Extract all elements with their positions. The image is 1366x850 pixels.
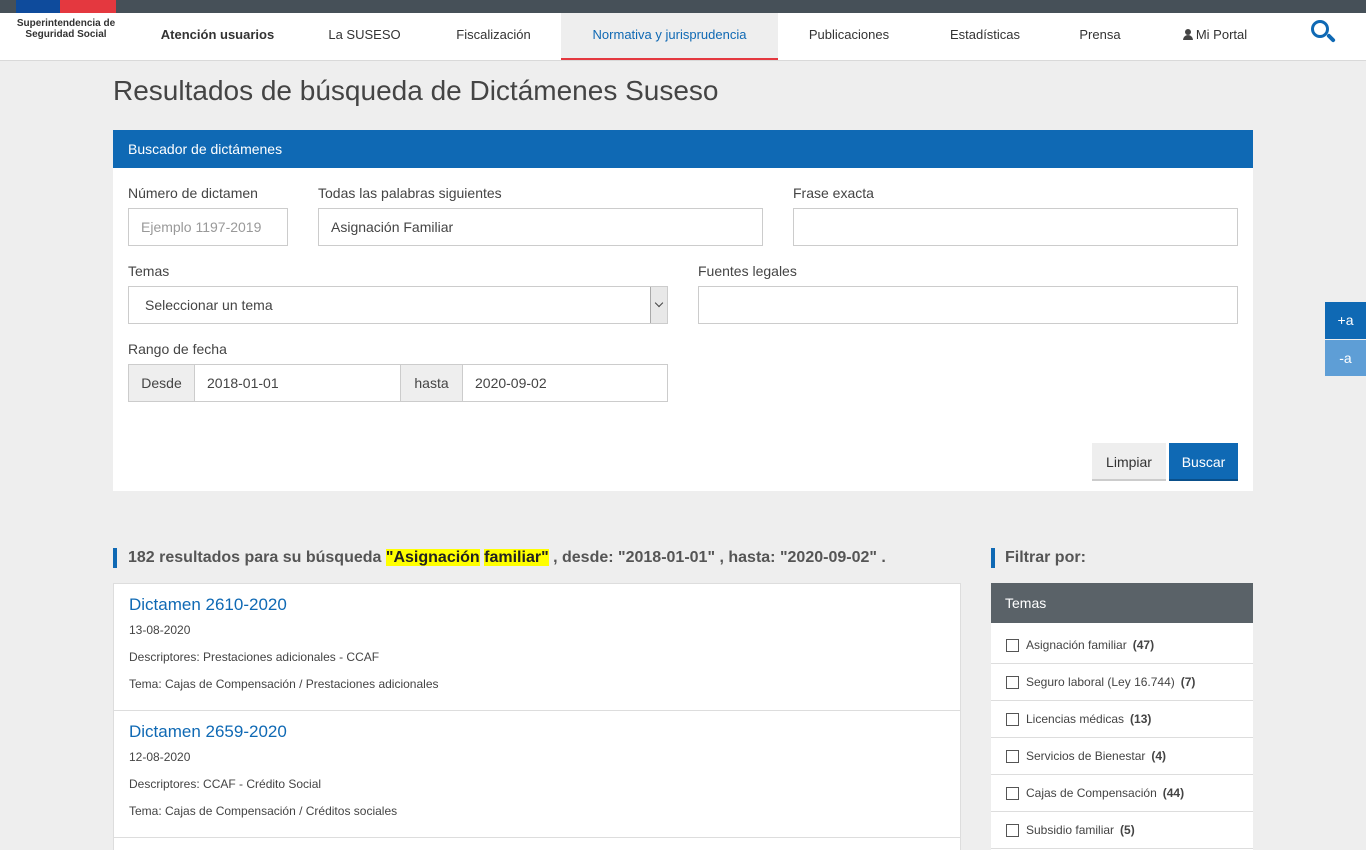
results-count-text: 182 resultados para su búsqueda — [128, 549, 386, 566]
filter-count: (47) — [1132, 638, 1155, 652]
frase-input[interactable] — [793, 208, 1238, 246]
filter-checkbox[interactable] — [1006, 823, 1019, 837]
results-summary: 182 resultados para su búsqueda " Asignac… — [113, 548, 886, 568]
filter-panel-title[interactable]: Temas — [991, 583, 1253, 623]
quote-close: " — [541, 549, 549, 566]
clear-button[interactable]: Limpiar — [1092, 443, 1166, 481]
filter-item-subsidio-familiar[interactable]: Subsidio familiar (5) — [991, 812, 1253, 849]
desde-addon: Desde — [128, 364, 195, 402]
nav-mi-portal-label: Mi Portal — [1195, 27, 1248, 42]
result-date: 12-08-2020 — [129, 750, 191, 764]
filter-count: (7) — [1180, 675, 1196, 689]
page-title: Resultados de búsqueda de Dictámenes Sus… — [113, 75, 719, 106]
filter-count: (4) — [1151, 749, 1167, 763]
flag-stripe-blue — [16, 0, 60, 13]
site-logo[interactable]: Superintendencia de Seguridad Social — [16, 18, 116, 40]
font-increase-button[interactable]: +a — [1325, 302, 1366, 339]
filter-item-licencias-medicas[interactable]: Licencias médicas (13) — [991, 701, 1253, 738]
filter-label: Subsidio familiar — [1026, 823, 1115, 837]
filter-label: Asignación familiar — [1026, 638, 1127, 652]
result-tema: Tema: Cajas de Compensación / Prestacion… — [129, 677, 439, 691]
hasta-addon: hasta — [400, 364, 463, 402]
filter-title: Filtrar por: — [991, 548, 1086, 568]
filter-label: Seguro laboral (Ley 16.744) — [1026, 675, 1175, 689]
temas-select[interactable]: Seleccionar un tema — [128, 286, 668, 324]
font-decrease-button[interactable]: -a — [1325, 340, 1366, 376]
result-title-link[interactable]: Dictamen 2610-2020 — [129, 595, 945, 615]
main-navbar: Superintendencia de Seguridad Social Ate… — [0, 13, 1366, 61]
nav-atencion-usuarios[interactable]: Atención usuarios — [150, 13, 285, 60]
nav-normativa-jurisprudencia[interactable]: Normativa y jurisprudencia — [561, 13, 778, 60]
search-icon[interactable] — [1308, 18, 1338, 48]
result-item: Dictamen 2659-2020 12-08-2020 Descriptor… — [114, 711, 960, 838]
highlight-term-1: Asignación — [393, 549, 480, 566]
filter-item-seguro-laboral[interactable]: Seguro laboral (Ley 16.744) (7) — [991, 664, 1253, 701]
result-title-link[interactable]: Dictamen 2659-2020 — [129, 722, 945, 742]
fuentes-label: Fuentes legales — [698, 263, 797, 279]
filter-panel: Temas Asignación familiar (47) Seguro lab… — [991, 583, 1253, 850]
search-button[interactable]: Buscar — [1169, 443, 1238, 481]
filter-label: Servicios de Bienestar — [1026, 749, 1146, 763]
filter-list: Asignación familiar (47) Seguro laboral (… — [991, 623, 1253, 849]
palabras-input[interactable]: Asignación Familiar — [318, 208, 763, 246]
filter-count: (5) — [1120, 823, 1135, 837]
temas-label: Temas — [128, 263, 170, 279]
numero-label: Número de dictamen — [128, 185, 258, 201]
result-descriptores: Descriptores: CCAF - Crédito Social — [129, 777, 322, 791]
person-icon — [1182, 29, 1193, 40]
rango-label: Rango de fecha — [128, 341, 227, 357]
filter-checkbox[interactable] — [1006, 786, 1019, 800]
filter-checkbox[interactable] — [1006, 712, 1019, 726]
filter-item-asignacion-familiar[interactable]: Asignación familiar (47) — [991, 627, 1253, 664]
filter-label: Cajas de Compensación — [1026, 786, 1157, 800]
temas-select-value: Seleccionar un tema — [145, 297, 273, 313]
hasta-input[interactable]: 2020-09-02 — [462, 364, 668, 402]
nav-mi-portal[interactable]: Mi Portal — [1168, 13, 1262, 60]
filter-checkbox[interactable] — [1006, 638, 1019, 652]
nav-la-suseso[interactable]: La SUSESO — [318, 13, 411, 60]
palabras-label: Todas las palabras siguientes — [318, 185, 502, 201]
nav-publicaciones[interactable]: Publicaciones — [796, 13, 902, 60]
nav-fiscalizacion[interactable]: Fiscalización — [443, 13, 544, 60]
results-list: Dictamen 2610-2020 13-08-2020 Descriptor… — [113, 583, 961, 850]
top-bar — [0, 0, 1366, 13]
filter-count: (13) — [1130, 712, 1152, 726]
search-panel: Buscador de dictámenes Número de dictame… — [113, 130, 1253, 491]
flag-stripe-red — [60, 0, 116, 13]
frase-label: Frase exacta — [793, 185, 874, 201]
highlight-term-2: familiar — [484, 549, 542, 566]
result-descriptores: Descriptores: Prestaciones adicionales -… — [129, 650, 380, 664]
filter-item-cajas-compensacion[interactable]: Cajas de Compensación (44) — [991, 775, 1253, 812]
filter-item-servicios-bienestar[interactable]: Servicios de Bienestar (4) — [991, 738, 1253, 775]
filter-checkbox[interactable] — [1006, 675, 1019, 689]
filter-count: (44) — [1162, 786, 1185, 800]
result-date: 13-08-2020 — [129, 623, 191, 637]
nav-prensa[interactable]: Prensa — [1070, 13, 1130, 60]
result-item: Dictamen 2610-2020 13-08-2020 Descriptor… — [114, 584, 960, 711]
search-panel-title: Buscador de dictámenes — [113, 130, 1253, 168]
nav-estadisticas[interactable]: Estadísticas — [935, 13, 1035, 60]
filter-checkbox[interactable] — [1006, 749, 1019, 763]
numero-input[interactable]: Ejemplo 1197-2019 — [128, 208, 288, 246]
filter-label: Licencias médicas — [1026, 712, 1125, 726]
result-tema: Tema: Cajas de Compensación / Créditos s… — [129, 804, 398, 818]
results-range-text: , desde: "2018-01-01" , hasta: "2020-09-… — [548, 549, 886, 566]
fuentes-input[interactable] — [698, 286, 1238, 324]
chevron-down-icon — [650, 287, 667, 323]
desde-input[interactable]: 2018-01-01 — [194, 364, 401, 402]
